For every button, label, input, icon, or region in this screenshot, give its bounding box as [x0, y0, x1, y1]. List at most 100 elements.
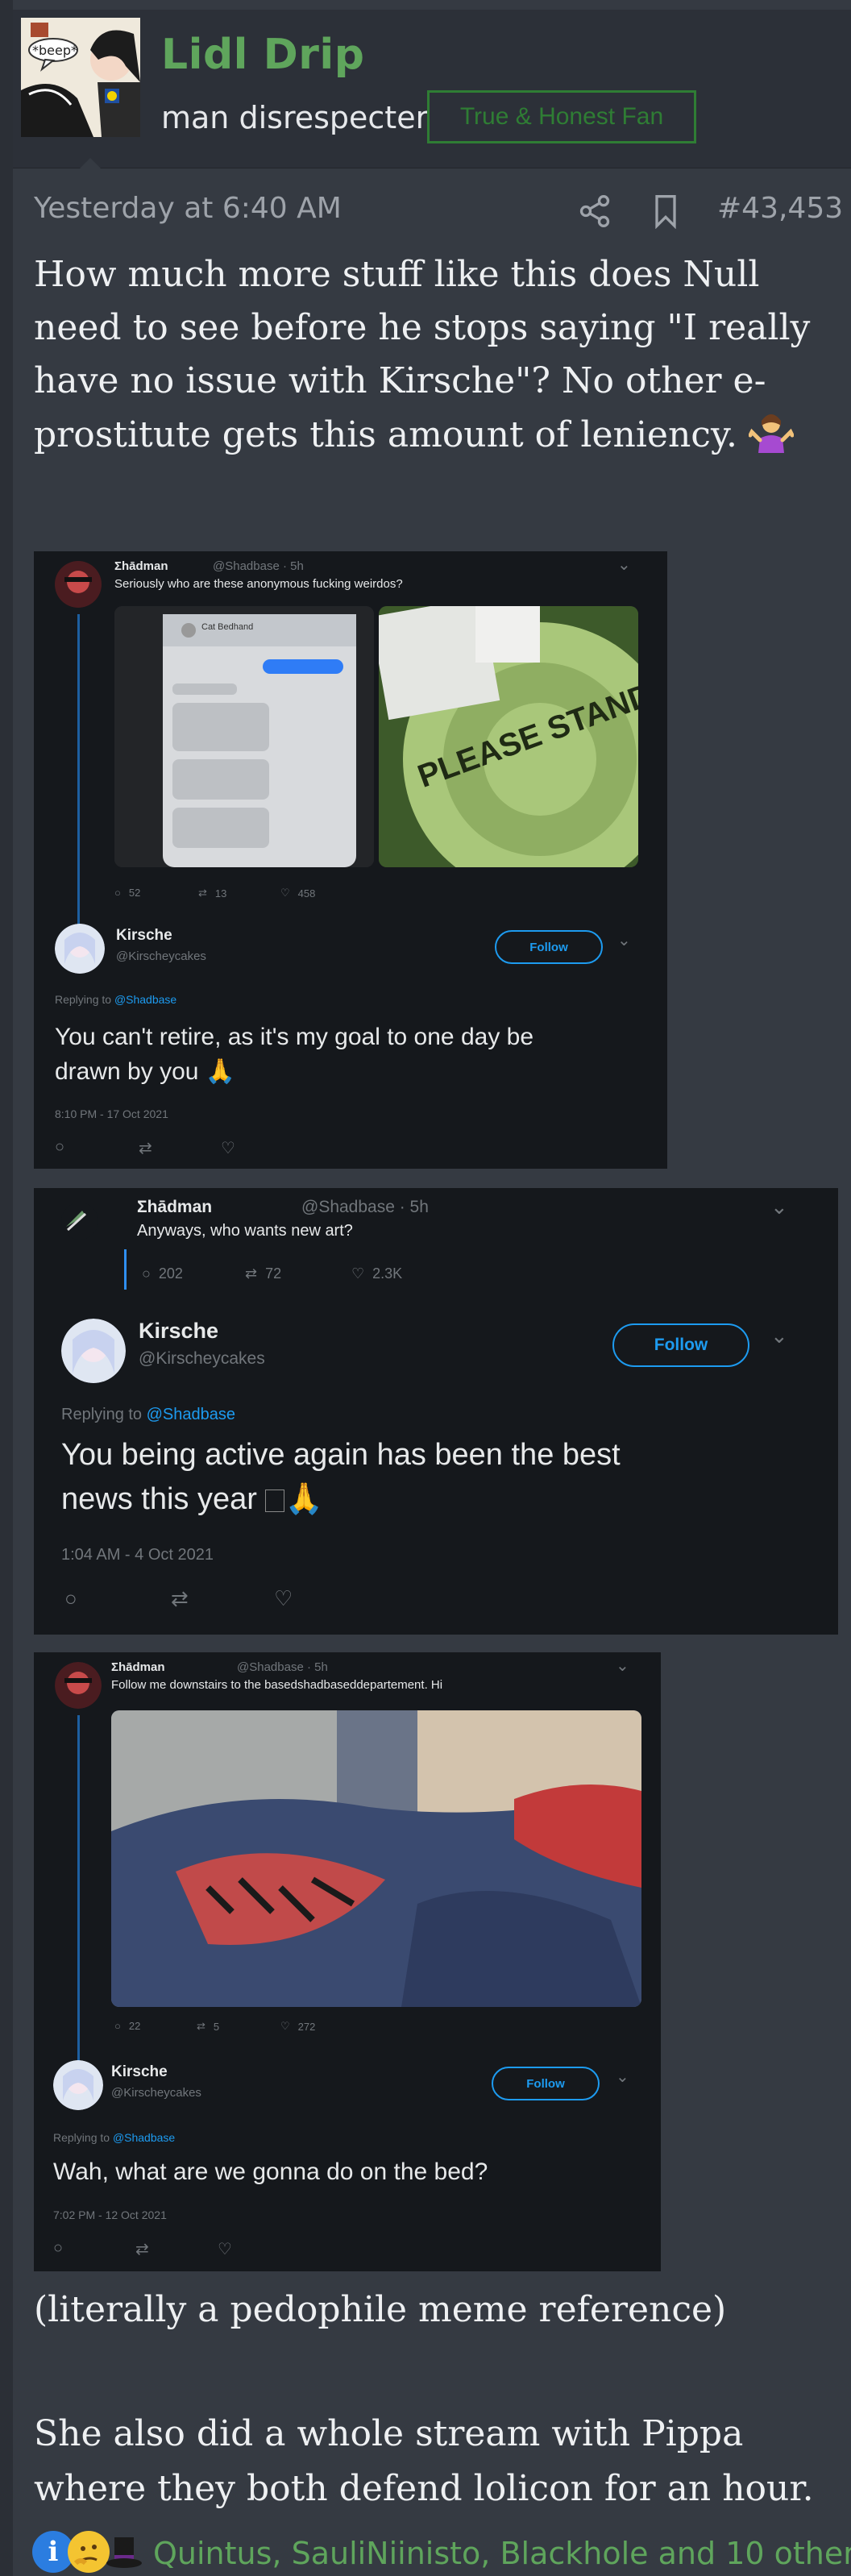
post-body-text: How much more stuff like this does Null …: [34, 254, 811, 455]
follow-button[interactable]: Follow: [612, 1323, 749, 1367]
shadbase-avatar: [55, 1662, 102, 1709]
reply-icon: ○: [142, 1265, 151, 1282]
chevron-down-icon[interactable]: ⌄: [616, 1656, 629, 1676]
reply-author-handle: @Kirscheycakes: [111, 2086, 201, 2100]
reply-author-handle: @Kirscheycakes: [116, 949, 206, 963]
reply-count[interactable]: ○ 202: [142, 1265, 183, 1282]
kirsche-avatar: [55, 924, 105, 974]
folded-hands-icon: 🙏: [284, 1482, 323, 1516]
reply-action[interactable]: ○: [64, 1586, 77, 1611]
follow-button[interactable]: Follow: [495, 930, 603, 964]
kirsche-avatar: [61, 1319, 126, 1383]
mention-link[interactable]: @Shadbase: [113, 2131, 175, 2144]
post-body: How much more stuff like this does Null …: [34, 248, 832, 462]
avatar-bubble-text: *beep*: [32, 43, 77, 58]
like-action[interactable]: ♡: [274, 1586, 293, 1611]
mention-link[interactable]: @Shadbase: [114, 993, 176, 1006]
thread-line: [77, 1715, 80, 2086]
heart-icon: ♡: [274, 1586, 293, 1610]
replying-to-line: Replying to @Shadbase: [61, 1406, 236, 1423]
share-icon[interactable]: [577, 193, 612, 233]
parent-tweet-text: Seriously who are these anonymous fuckin…: [114, 577, 403, 591]
parent-tweet-text: Anyways, who wants new art?: [137, 1222, 353, 1240]
retweet-icon: ⇄: [245, 1265, 258, 1282]
reply-count[interactable]: ○ 22: [114, 2020, 140, 2032]
chevron-down-icon[interactable]: ⌄: [770, 1323, 788, 1348]
replying-to-line: Replying to @Shadbase: [55, 993, 177, 1006]
tweet-image-bed: [111, 1710, 641, 2007]
thread-line: [124, 1249, 127, 1290]
post-caption-1: (literally a pedophile meme reference): [34, 2289, 727, 2330]
reply-tweet-text-line-1: You being active again has been the best: [61, 1438, 621, 1472]
reaction-users-link[interactable]: Quintus, SauliNiinisto, Blackhole and 10…: [153, 2536, 851, 2571]
like-count[interactable]: ♡ 272: [280, 2020, 315, 2033]
reply-tweet-text-line-2: drawn by you 🙏: [55, 1058, 236, 1085]
reaction-bar[interactable]: i: [32, 2531, 142, 2573]
heart-icon: ♡: [351, 1265, 365, 1282]
follow-button[interactable]: Follow: [492, 2067, 600, 2100]
tweet-timestamp: 1:04 AM - 4 Oct 2021: [61, 1546, 214, 1564]
user-banner: True & Honest Fan: [427, 90, 696, 143]
reply-action[interactable]: ○: [53, 2239, 63, 2258]
bookmark-icon[interactable]: [650, 193, 682, 233]
parent-author-name: Ʃhādman: [137, 1198, 213, 1216]
parent-tweet-text: Follow me downstairs to the basedshadbas…: [111, 1678, 443, 1692]
reply-author-name: Kirsche: [111, 2063, 168, 2080]
heart-icon: ♡: [280, 887, 290, 899]
parent-author-name: Ʃhādman: [111, 1660, 165, 1674]
post-caption-2: She also did a whole stream with Pippa w…: [34, 2413, 814, 2510]
retweet-count[interactable]: ⇄ 72: [245, 1265, 281, 1282]
retweet-count[interactable]: ⇄ 13: [198, 887, 226, 900]
retweet-icon: ⇄: [198, 887, 207, 899]
replying-to-line: Replying to @Shadbase: [53, 2131, 176, 2144]
reply-count[interactable]: ○ 52: [114, 887, 140, 899]
username-link[interactable]: Lidl Drip: [161, 31, 364, 79]
retweet-action[interactable]: ⇄: [135, 2239, 149, 2259]
reply-tweet-text-line-2: news this year 🙏: [61, 1482, 323, 1516]
header-arrow: [79, 158, 102, 169]
mention-link[interactable]: @Shadbase: [147, 1406, 235, 1423]
post-number-link[interactable]: #43,453: [717, 192, 843, 225]
reply-author-name: Kirsche: [139, 1319, 219, 1343]
tweet-image-phone: Cat Bedhand: [114, 606, 374, 867]
like-count[interactable]: ♡ 458: [280, 887, 315, 900]
kirsche-avatar: [53, 2060, 103, 2110]
like-action[interactable]: ♡: [218, 2239, 232, 2259]
heart-icon: ♡: [280, 2020, 290, 2032]
reply-icon: ○: [64, 1586, 77, 1610]
post-date-link[interactable]: Yesterday at 6:40 AM: [34, 192, 342, 225]
parent-author-name: Ʃhādman: [114, 559, 168, 573]
heart-icon: ♡: [221, 1140, 235, 1157]
reply-icon: ○: [53, 2239, 64, 2257]
folded-hands-icon: 🙏: [205, 1058, 236, 1085]
retweet-action[interactable]: ⇄: [139, 1138, 152, 1158]
reply-author-handle: @Kirscheycakes: [139, 1349, 265, 1368]
like-action[interactable]: ♡: [221, 1138, 235, 1158]
tweet-screenshot-1: Ʃhādman @Shadbase · 5h ⌄ Seriously who a…: [34, 551, 667, 1169]
chevron-down-icon[interactable]: ⌄: [616, 2067, 629, 2087]
thread-line: [77, 614, 80, 969]
tweet-timestamp: 8:10 PM - 17 Oct 2021: [55, 1107, 168, 1120]
user-title: man disrespecter: [161, 100, 429, 135]
tweet-screenshot-3: Ʃhādman @Shadbase · 5h ⌄ Follow me downs…: [34, 1652, 661, 2271]
like-count[interactable]: ♡ 2.3K: [351, 1265, 402, 1282]
parent-author-handle: @Shadbase · 5h: [237, 1660, 328, 1674]
chevron-down-icon[interactable]: ⌄: [770, 1195, 788, 1219]
tweet-timestamp: 7:02 PM - 12 Oct 2021: [53, 2208, 167, 2221]
chevron-down-icon[interactable]: ⌄: [617, 555, 631, 575]
reply-tweet-text-line-1: Wah, what are we gonna do on the bed?: [53, 2158, 488, 2185]
parent-author-handle: @Shadbase · 5h: [213, 559, 304, 573]
reply-icon: ○: [114, 887, 121, 899]
retweet-count[interactable]: ⇄ 5: [197, 2020, 219, 2033]
reply-action[interactable]: ○: [55, 1138, 64, 1157]
user-avatar[interactable]: *beep*: [21, 18, 140, 137]
reply-icon: ○: [55, 1138, 65, 1156]
chevron-down-icon[interactable]: ⌄: [617, 930, 631, 950]
broken-image-icon: [265, 1489, 285, 1512]
retweet-icon: ⇄: [139, 1140, 152, 1157]
retweet-action[interactable]: ⇄: [171, 1586, 189, 1611]
shadbase-avatar: [61, 1203, 98, 1240]
parent-author-handle: @Shadbase · 5h: [301, 1198, 429, 1216]
heart-icon: ♡: [218, 2241, 232, 2258]
shadbase-avatar: [55, 561, 102, 608]
